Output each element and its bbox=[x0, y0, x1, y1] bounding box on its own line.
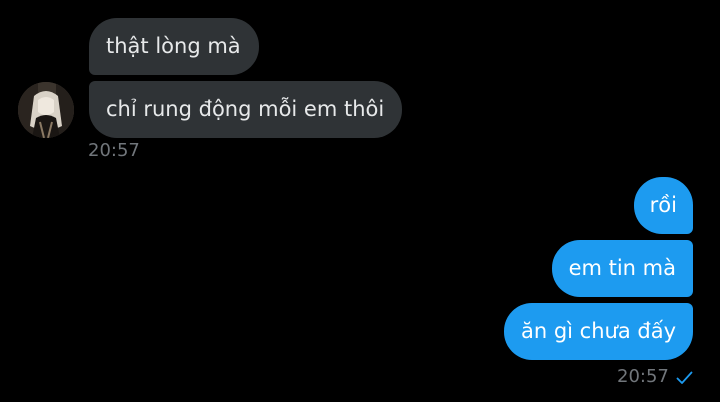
outgoing-message[interactable]: em tin mà bbox=[551, 240, 693, 297]
message-timestamp: 20:57 bbox=[617, 366, 669, 387]
incoming-message[interactable]: chỉ rung động mỗi em thôi bbox=[89, 81, 403, 138]
message-timestamp: 20:57 bbox=[88, 140, 140, 161]
user-avatar-icon[interactable] bbox=[18, 82, 74, 138]
outgoing-message[interactable]: ăn gì chưa đấy bbox=[503, 303, 693, 360]
incoming-message[interactable]: thật lòng mà bbox=[89, 18, 259, 75]
checkmark-sent-icon bbox=[676, 371, 693, 384]
avatar-image bbox=[18, 82, 74, 138]
outgoing-message[interactable]: rồi bbox=[633, 177, 693, 234]
